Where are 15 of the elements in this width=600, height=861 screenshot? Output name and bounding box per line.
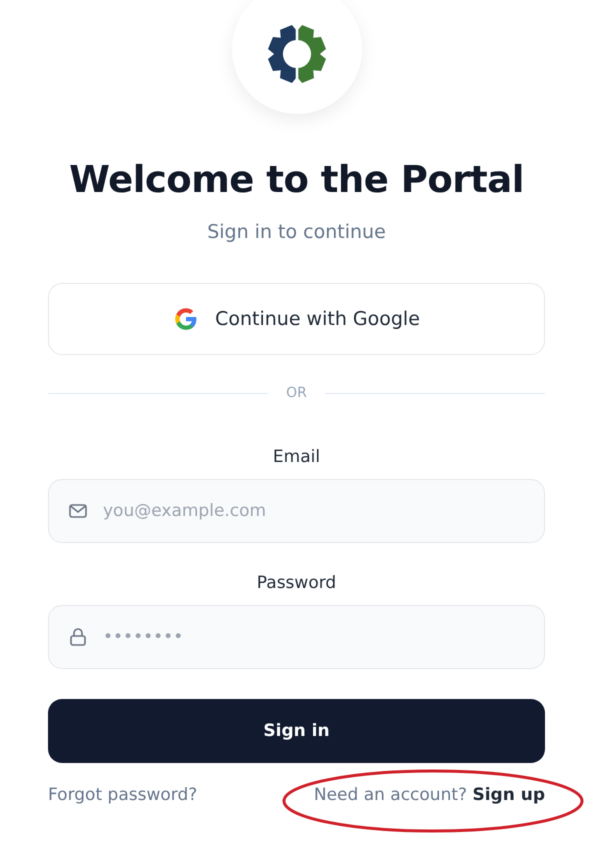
password-field[interactable]: •••••••• [48, 605, 545, 669]
page-subtitle: Sign in to continue [207, 221, 386, 243]
page-title: Welcome to the Portal [69, 158, 524, 201]
email-field[interactable]: you@example.com [48, 479, 545, 543]
sign-up-link[interactable]: Sign up [472, 785, 545, 805]
mail-icon [68, 501, 88, 521]
divider-label: OR [286, 385, 307, 401]
signup-prompt: Need an account? Sign up [314, 785, 545, 805]
forgot-password-link[interactable]: Forgot password? [48, 785, 198, 805]
google-signin-button[interactable]: Continue with Google [48, 283, 545, 355]
lock-icon [68, 627, 88, 647]
field-label: Password [256, 573, 336, 593]
field-label: Email [272, 447, 320, 467]
google-g-icon [173, 306, 200, 332]
sign-in-button[interactable]: Sign in [48, 699, 545, 763]
